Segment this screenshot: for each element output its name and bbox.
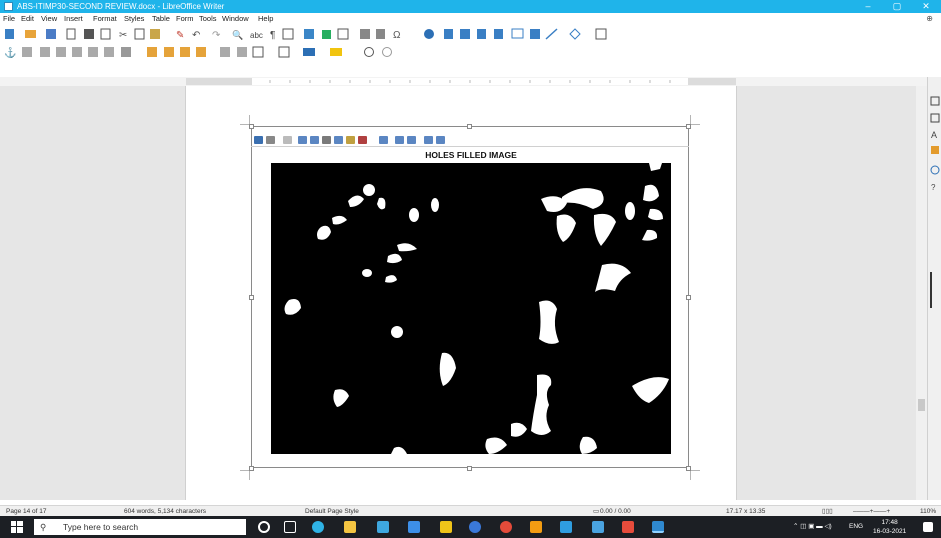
dropbox-icon[interactable] bbox=[408, 521, 420, 533]
standard-toolbar-icons[interactable]: ✂ ✎ ↶ ↷ 🔍 abc ¶ Ω bbox=[0, 25, 941, 42]
svg-text:✂: ✂ bbox=[119, 30, 127, 41]
close-button[interactable]: ✕ bbox=[912, 0, 940, 13]
zoom-out-icon bbox=[310, 136, 319, 144]
standard-toolbar: ✂ ✎ ↶ ↷ 🔍 abc ¶ Ω bbox=[0, 25, 941, 42]
scrollbar-thumb[interactable] bbox=[918, 399, 925, 411]
page-corner-mark bbox=[690, 470, 700, 480]
resize-handle[interactable] bbox=[249, 295, 254, 300]
svg-text:↶: ↶ bbox=[192, 30, 200, 41]
svg-text:Ω: Ω bbox=[393, 30, 401, 41]
windows-taskbar: ⚲ Type here to search ⌃ ◫ ▣ ▬ ◁) ENG 17:… bbox=[0, 516, 941, 538]
menu-tools[interactable]: Tools bbox=[199, 13, 217, 25]
pointer-icon bbox=[283, 136, 292, 144]
sidebar-icons[interactable]: A ? bbox=[928, 77, 941, 500]
windows-icon[interactable] bbox=[11, 521, 23, 533]
title-bar: ABS-ITIMP30-SECOND REVIEW.docx - LibreOf… bbox=[0, 0, 941, 13]
menu-file[interactable]: File bbox=[3, 13, 15, 25]
figure-title: HOLES FILLED IMAGE bbox=[425, 150, 517, 160]
menu-format[interactable]: Format bbox=[93, 13, 117, 25]
page-corner-mark bbox=[690, 115, 700, 125]
resize-handle[interactable] bbox=[467, 124, 472, 129]
chrome-icon[interactable] bbox=[500, 521, 512, 533]
hide-plot-tools-icon bbox=[424, 136, 433, 144]
menu-window[interactable]: Window bbox=[222, 13, 249, 25]
clock-time: 17:48 bbox=[881, 519, 898, 526]
page-corner-mark bbox=[240, 470, 250, 480]
taskbar-search-box[interactable]: ⚲ Type here to search bbox=[34, 519, 246, 535]
svg-text:⚓: ⚓ bbox=[4, 46, 16, 59]
taskbar-clock[interactable]: 17:48 16-03-2021 bbox=[873, 518, 906, 536]
clock-date: 16-03-2021 bbox=[873, 528, 907, 535]
status-bar: Page 14 of 17 604 words, 5,134 character… bbox=[0, 505, 941, 516]
resize-handle[interactable] bbox=[249, 124, 254, 129]
svg-text:✎: ✎ bbox=[176, 30, 184, 41]
maximize-button[interactable]: ▢ bbox=[883, 0, 911, 13]
zoom-in-icon bbox=[298, 136, 307, 144]
minimize-button[interactable]: – bbox=[854, 0, 882, 13]
svg-text:abc: abc bbox=[250, 31, 263, 40]
search-placeholder: Type here to search bbox=[63, 522, 139, 532]
vertical-scrollbar[interactable] bbox=[916, 86, 927, 500]
resize-handle[interactable] bbox=[686, 466, 691, 471]
brush-icon bbox=[358, 136, 367, 144]
menu-bar: File Edit View Insert Format Styles Tabl… bbox=[0, 13, 941, 25]
show-plot-tools-icon bbox=[436, 136, 445, 144]
tray-icons[interactable]: ⌃ ◫ ▣ ▬ ◁) bbox=[793, 516, 832, 538]
store-icon[interactable] bbox=[377, 521, 389, 533]
colorbar-icon bbox=[395, 136, 404, 144]
menu-insert[interactable]: Insert bbox=[64, 13, 83, 25]
menu-styles[interactable]: Styles bbox=[124, 13, 144, 25]
pan-icon bbox=[322, 136, 331, 144]
file-explorer-icon[interactable] bbox=[344, 521, 356, 533]
rotate-icon bbox=[334, 136, 343, 144]
formatting-toolbar-icons[interactable]: ⚓ bbox=[0, 43, 941, 60]
figure-toolbar bbox=[251, 133, 689, 147]
writer-app-icon bbox=[4, 2, 13, 11]
binary-blobs bbox=[284, 163, 669, 454]
svg-text:A: A bbox=[931, 130, 937, 140]
resize-handle[interactable] bbox=[249, 466, 254, 471]
cloud-icon[interactable] bbox=[592, 521, 604, 533]
resize-handle[interactable] bbox=[686, 124, 691, 129]
link-icon bbox=[379, 136, 388, 144]
menu-help[interactable]: Help bbox=[258, 13, 273, 25]
save-figure-icon bbox=[254, 136, 263, 144]
svg-text:↷: ↷ bbox=[212, 30, 221, 41]
photos-icon[interactable] bbox=[560, 521, 572, 533]
search-icon: ⚲ bbox=[40, 522, 47, 532]
libreoffice-writer-icon[interactable] bbox=[652, 521, 664, 533]
edge-icon[interactable] bbox=[312, 521, 324, 533]
menu-edit[interactable]: Edit bbox=[21, 13, 34, 25]
holes-filled-image bbox=[271, 163, 671, 454]
menu-form[interactable]: Form bbox=[176, 13, 194, 25]
resize-handle[interactable] bbox=[467, 466, 472, 471]
close-document-icon[interactable]: ⊕ bbox=[926, 13, 933, 25]
print-figure-icon bbox=[266, 136, 275, 144]
mail-icon[interactable] bbox=[469, 521, 481, 533]
cortana-icon[interactable] bbox=[258, 521, 270, 533]
taskview-icon[interactable] bbox=[284, 521, 296, 533]
legend-icon bbox=[407, 136, 416, 144]
menu-table[interactable]: Table bbox=[152, 13, 170, 25]
sidebar-deck: A ? bbox=[927, 77, 941, 500]
svg-text:🔍: 🔍 bbox=[232, 29, 243, 40]
horizontal-ruler[interactable] bbox=[0, 77, 927, 86]
window-title: ABS-ITIMP30-SECOND REVIEW.docx - LibreOf… bbox=[17, 2, 225, 11]
lightning-app-icon[interactable] bbox=[440, 521, 452, 533]
svg-text:?: ? bbox=[931, 183, 936, 192]
svg-text:¶: ¶ bbox=[270, 30, 275, 41]
menu-view[interactable]: View bbox=[41, 13, 57, 25]
matlab-icon[interactable] bbox=[530, 521, 542, 533]
notification-icon[interactable] bbox=[923, 522, 933, 532]
resize-handle[interactable] bbox=[686, 295, 691, 300]
office-icon[interactable] bbox=[622, 521, 634, 533]
formatting-toolbar: ⚓ bbox=[0, 43, 941, 60]
data-cursor-icon bbox=[346, 136, 355, 144]
ruler-graphic bbox=[186, 78, 736, 85]
language-indicator[interactable]: ENG bbox=[849, 516, 863, 538]
